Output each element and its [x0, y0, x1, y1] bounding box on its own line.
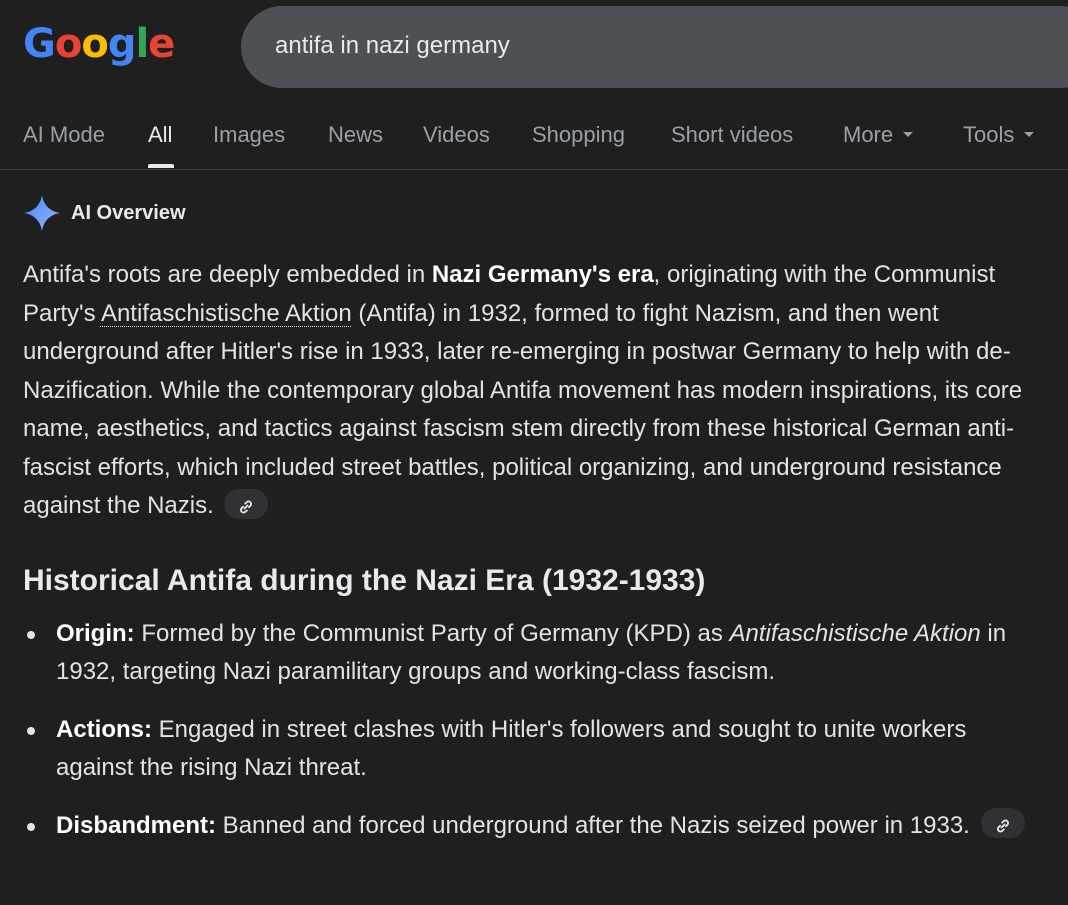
- search-header: Google AI Mode All Images News Videos Sh…: [0, 0, 1068, 170]
- list-item: Disbandment: Banned and forced undergrou…: [23, 807, 1043, 846]
- caret-down-icon: [1024, 131, 1035, 137]
- bullet-list: Origin: Formed by the Communist Party of…: [23, 615, 1043, 846]
- ai-overview-panel: AI Overview Antifa's roots are deeply em…: [23, 190, 1043, 864]
- list-item: Origin: Formed by the Communist Party of…: [23, 615, 1043, 692]
- bullet-label: Origin:: [56, 619, 135, 647]
- bullet-label: Disbandment:: [56, 811, 217, 839]
- logo-letter: l: [135, 21, 149, 67]
- bullet-text: Formed by the Communist Party of Germany…: [134, 619, 730, 647]
- search-box[interactable]: [241, 6, 1068, 88]
- tab-images[interactable]: Images: [213, 122, 285, 148]
- overview-bold-text: Nazi Germany's era: [431, 261, 654, 288]
- logo-letter: o: [81, 21, 109, 67]
- overview-text: Antifa's roots are deeply embedded in: [23, 261, 432, 288]
- tab-shopping[interactable]: Shopping: [532, 122, 625, 148]
- caret-down-icon: [903, 131, 914, 137]
- tab-more[interactable]: More: [843, 122, 914, 148]
- logo-letter: o: [54, 21, 83, 67]
- bullet-dot: [27, 726, 35, 735]
- bullet-italic-text: Antifaschistische Aktion: [729, 619, 981, 647]
- search-tabs: AI Mode All Images News Videos Shopping …: [0, 114, 1068, 170]
- overview-text: (Antifa) in 1932, formed to fight Nazism…: [23, 299, 1023, 520]
- source-link-button[interactable]: [980, 808, 1025, 839]
- tools-label: Tools: [963, 122, 1015, 147]
- active-tab-indicator: [148, 164, 174, 168]
- tab-more-label: More: [843, 122, 894, 147]
- bullet-label: Actions:: [56, 715, 152, 743]
- term-definition-link[interactable]: Antifaschistische Aktion: [101, 300, 352, 327]
- tab-short-videos[interactable]: Short videos: [671, 122, 793, 148]
- search-input[interactable]: [275, 6, 975, 86]
- ai-overview-title: AI Overview: [71, 201, 186, 224]
- link-icon: [240, 500, 253, 514]
- source-link-button[interactable]: [224, 488, 269, 519]
- bullet-text: Engaged in street clashes with Hitler's …: [56, 715, 967, 782]
- logo-letter: G: [23, 21, 56, 67]
- google-logo[interactable]: Google: [23, 18, 175, 70]
- ai-overview-header: AI Overview: [23, 190, 1043, 236]
- ai-overview-paragraph: Antifa's roots are deeply embedded in Na…: [23, 256, 1043, 526]
- bullet-text: Banned and forced underground after the …: [216, 811, 977, 839]
- tab-news[interactable]: News: [328, 122, 383, 148]
- tab-ai-mode[interactable]: AI Mode: [23, 122, 105, 148]
- tab-all[interactable]: All: [148, 122, 172, 148]
- bullet-dot: [27, 822, 35, 831]
- list-item: Actions: Engaged in street clashes with …: [23, 711, 1043, 788]
- logo-letter: g: [107, 21, 137, 67]
- logo-letter: e: [148, 21, 175, 67]
- tools-button[interactable]: Tools: [963, 122, 1035, 148]
- tab-videos[interactable]: Videos: [423, 122, 490, 148]
- link-icon: [996, 819, 1009, 833]
- sparkle-icon: [24, 195, 60, 231]
- bullet-dot: [27, 630, 35, 639]
- section-heading: Historical Antifa during the Nazi Era (1…: [23, 563, 706, 597]
